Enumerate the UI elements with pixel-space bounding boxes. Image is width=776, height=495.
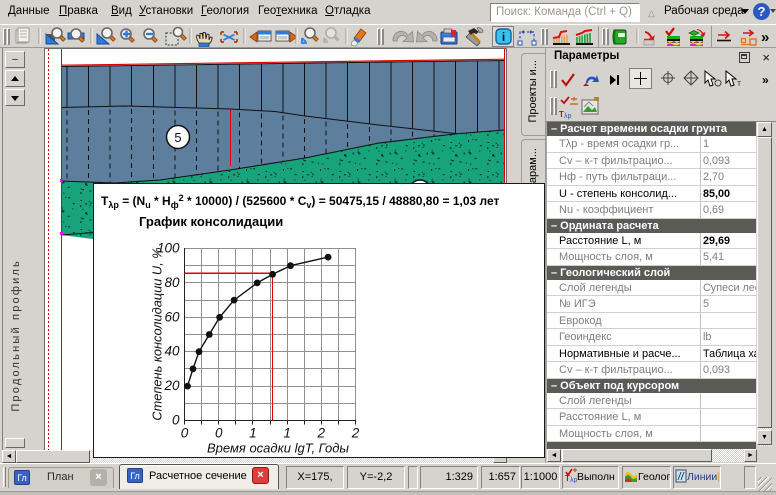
svg-text:0: 0 <box>172 413 180 428</box>
svg-text:т: т <box>737 78 741 88</box>
svg-text:40: 40 <box>164 344 180 359</box>
svg-text:80: 80 <box>164 275 180 290</box>
svg-text:1: 1 <box>283 426 291 441</box>
svg-text:1: 1 <box>249 426 257 441</box>
svg-text:i: i <box>502 30 505 44</box>
svg-text:2: 2 <box>317 426 326 441</box>
svg-text:0: 0 <box>181 426 189 441</box>
svg-text:»: » <box>761 29 769 46</box>
svg-text:0: 0 <box>215 426 223 441</box>
svg-text:20: 20 <box>163 378 180 393</box>
svg-text:Время осадки lgT, Годы: Время осадки lgT, Годы <box>207 441 349 456</box>
svg-text:5: 5 <box>174 130 181 145</box>
svg-text:Степень консолидации U, %: Степень консолидации U, % <box>150 247 165 420</box>
svg-text:2: 2 <box>351 426 360 441</box>
svg-text:60: 60 <box>164 309 180 324</box>
svg-text:»: » <box>762 73 769 87</box>
svg-text:λp: λp <box>570 477 577 483</box>
svg-text:λp: λp <box>564 113 572 120</box>
